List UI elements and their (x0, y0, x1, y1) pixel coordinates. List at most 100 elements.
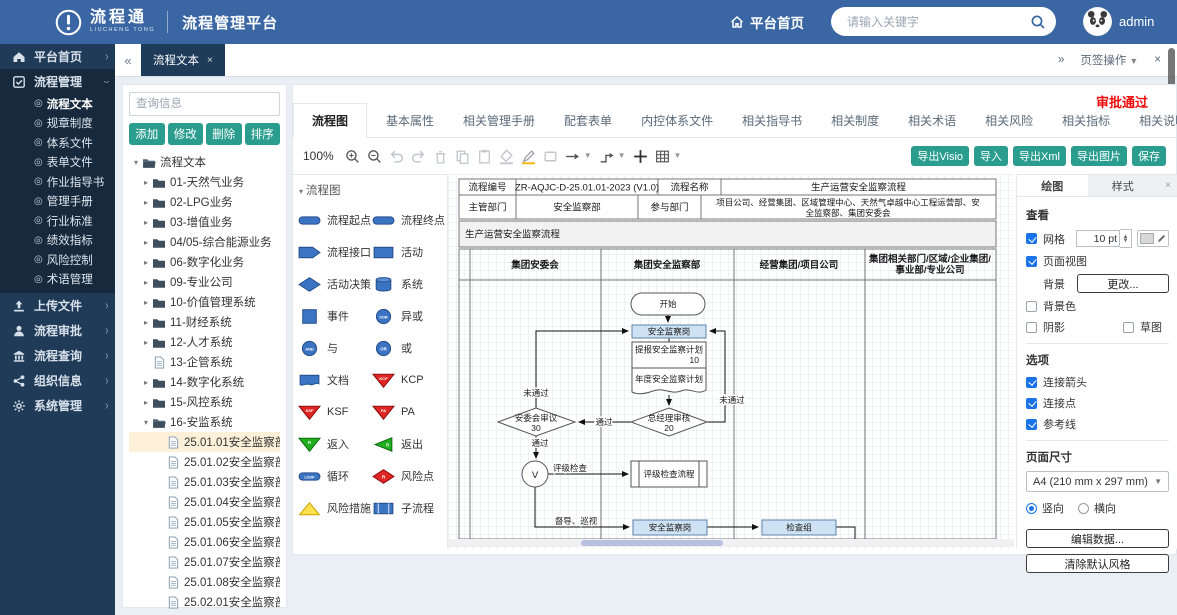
expander-collapsed-icon[interactable]: ▸ (141, 218, 151, 227)
detail-tab-9[interactable]: 相关指标 (1052, 104, 1120, 137)
node-review-decision[interactable]: 总经理审核 20 (631, 408, 707, 436)
tree-row-node[interactable]: ▾16-安监系统 (129, 412, 280, 432)
tab-diagram[interactable]: 绘图 (1017, 175, 1088, 196)
tree-row-leaf[interactable]: 25.01.05安全监察部-安全监 (129, 512, 280, 532)
detail-tab-7[interactable]: 相关术语 (898, 104, 966, 137)
palette-shape-pentagon[interactable]: 流程接口 (297, 236, 371, 268)
grid-size-input[interactable]: 10 pt (1076, 230, 1120, 247)
shape-outline-icon[interactable] (542, 148, 559, 165)
expander-collapsed-icon[interactable]: ▸ (141, 238, 151, 247)
scroll-tabs-icon[interactable]: » (1058, 54, 1064, 66)
tree-row-node[interactable]: ▸15-风控系统 (129, 392, 280, 412)
detail-tab-4[interactable]: 内控体系文件 (631, 104, 723, 137)
tree-row-node[interactable]: ▸11-财经系统 (129, 312, 280, 332)
option-checkbox-0[interactable] (1026, 377, 1037, 388)
sidebar-item-4[interactable]: 流程查询› (0, 343, 115, 368)
connector-dd-icon[interactable] (598, 148, 615, 165)
palette-shape-circle-or[interactable]: OR或 (371, 332, 445, 364)
chevron-down-icon[interactable]: ▼ (618, 151, 626, 160)
palette-shape-tri-red-kcp[interactable]: KCPKCP (371, 364, 445, 396)
node-team[interactable]: 检查组 (762, 520, 836, 535)
page-ops-dropdown[interactable]: 页签操作▼ (1080, 52, 1138, 68)
sidebar-subitem-4[interactable]: ◎作业指导书 (0, 172, 115, 192)
sidebar-subitem-3[interactable]: ◎表单文件 (0, 153, 115, 173)
export-button-2[interactable]: 导出Xml (1013, 146, 1066, 166)
palette-shape-pill[interactable]: 流程起点 (297, 204, 371, 236)
landscape-radio[interactable] (1078, 503, 1089, 514)
sidebar-subitem-5[interactable]: ◎管理手册 (0, 192, 115, 212)
detail-tab-2[interactable]: 相关管理手册 (453, 104, 545, 137)
tree-row-leaf[interactable]: 25.01.01安全监察部-安全监 (129, 432, 280, 452)
sidebar-item-3[interactable]: 流程审批› (0, 318, 115, 343)
zoom-out-icon[interactable] (366, 148, 383, 165)
expander-expanded-icon[interactable]: ▾ (131, 158, 141, 167)
expander-collapsed-icon[interactable]: ▸ (141, 318, 151, 327)
expander-collapsed-icon[interactable]: ▸ (141, 298, 151, 307)
palette-shape-tri-red-pa[interactable]: PAPA (371, 396, 445, 428)
portrait-radio[interactable] (1026, 503, 1037, 514)
tree-row-node[interactable]: ▸06-数字化业务 (129, 252, 280, 272)
redo-icon[interactable] (410, 148, 427, 165)
sketch-checkbox[interactable] (1123, 322, 1134, 333)
node-start[interactable]: 开始 (631, 293, 705, 315)
query-button-2[interactable]: 删除 (206, 123, 242, 145)
avatar[interactable] (1083, 7, 1112, 36)
node-subprocess[interactable]: 评级检查流程 (631, 461, 707, 487)
node-doc1[interactable]: 提报安全监察计划 10 (632, 342, 706, 368)
node-council-decision[interactable]: 安委会审议 30 (498, 408, 575, 436)
sidebar-item-0[interactable]: 平台首页› (0, 44, 115, 69)
clear-default-style-button[interactable]: 清除默认风格 (1026, 554, 1169, 573)
option-checkbox-2[interactable] (1026, 419, 1037, 430)
close-all-icon[interactable]: × (1154, 54, 1161, 66)
node-post2[interactable]: 安全监察岗 (633, 520, 707, 535)
palette-shape-tri-green-out[interactable]: R返出 (371, 428, 445, 460)
export-button-3[interactable]: 导出图片 (1071, 146, 1127, 166)
export-button-4[interactable]: 保存 (1132, 146, 1166, 166)
expander-collapsed-icon[interactable]: ▸ (141, 278, 151, 287)
palette-shape-tri-yellow[interactable]: 风险措施 (297, 492, 371, 524)
detail-tab-6[interactable]: 相关制度 (821, 104, 889, 137)
add-icon[interactable] (632, 148, 649, 165)
collapse-tabs-icon[interactable]: « (115, 44, 141, 76)
canvas-hscrollbar-thumb[interactable] (581, 540, 723, 546)
copy-icon[interactable] (454, 148, 471, 165)
diagram-canvas[interactable]: 流程编号 ZR-AQJC-D-25.01.01-2023 (V1.0) 流程名称… (448, 174, 1014, 549)
palette-shape-tri-red-ksf[interactable]: KSFKSF (297, 396, 371, 428)
expander-collapsed-icon[interactable]: ▸ (141, 198, 151, 207)
expander-collapsed-icon[interactable]: ▸ (141, 378, 151, 387)
change-background-button[interactable]: 更改... (1077, 274, 1169, 293)
close-panel-icon[interactable]: × (1158, 175, 1177, 196)
grid-checkbox[interactable] (1026, 233, 1037, 244)
palette-shape-circle-and[interactable]: AND与 (297, 332, 371, 364)
canvas-hscrollbar[interactable] (448, 539, 1014, 547)
flow-meta-table[interactable]: 流程编号 ZR-AQJC-D-25.01.01-2023 (V1.0) 流程名称… (459, 179, 996, 219)
palette-shape-rect[interactable]: 活动 (371, 236, 445, 268)
page-view-checkbox[interactable] (1026, 256, 1037, 267)
paper-size-select[interactable]: A4 (210 mm x 297 mm)▼ (1026, 471, 1169, 492)
fill-color-icon[interactable] (498, 148, 515, 165)
export-button-0[interactable]: 导出Visio (911, 146, 969, 166)
palette-group-header[interactable]: ▾流程图 (297, 179, 447, 204)
palette-shape-subprocess[interactable]: 子流程 (371, 492, 445, 524)
tree-row-node[interactable]: ▸01-天然气业务 (129, 172, 280, 192)
chevron-down-icon[interactable]: ▼ (584, 151, 592, 160)
sidebar-subitem-7[interactable]: ◎绩效指标 (0, 231, 115, 251)
open-page-tab[interactable]: 流程文本 × (141, 44, 225, 76)
palette-shape-document[interactable]: 文档 (297, 364, 371, 396)
query-button-0[interactable]: 添加 (129, 123, 165, 145)
palette-shape-tri-green-in[interactable]: R返入 (297, 428, 371, 460)
home-link[interactable]: 平台首页 (730, 12, 804, 32)
sidebar-item-6[interactable]: 系统管理› (0, 393, 115, 418)
tab-style[interactable]: 样式 (1088, 175, 1159, 196)
palette-shape-diamond-red[interactable]: R风险点 (371, 460, 445, 492)
tree-row-node[interactable]: ▾流程文本 (129, 152, 280, 172)
tree-row-node[interactable]: ▸03-增值业务 (129, 212, 280, 232)
node-doc2[interactable]: 年度安全监察计划 (632, 368, 706, 394)
tree-row-leaf[interactable]: 25.01.06安全监察部-安全监 (129, 532, 280, 552)
grid-dd-icon[interactable] (654, 148, 671, 165)
query-button-1[interactable]: 修改 (168, 123, 204, 145)
bg-color-checkbox[interactable] (1026, 301, 1037, 312)
tree-row-node[interactable]: ▸09-专业公司 (129, 272, 280, 292)
expander-expanded-icon[interactable]: ▾ (141, 418, 151, 427)
tree-row-leaf[interactable]: 25.01.08安全监察部-安全监 (129, 572, 280, 592)
